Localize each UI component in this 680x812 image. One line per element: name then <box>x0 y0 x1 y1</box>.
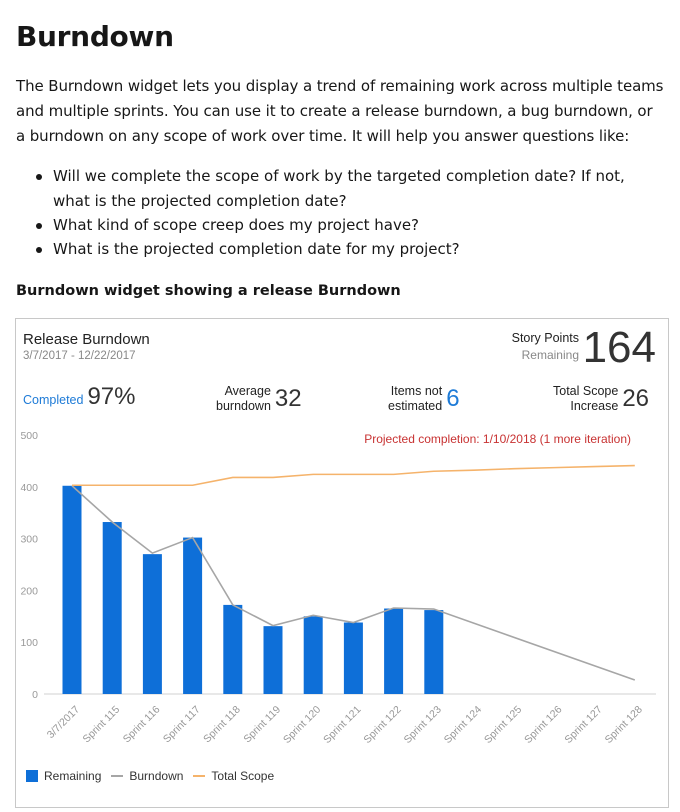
x-tick-label: Sprint 124 <box>442 704 484 746</box>
x-tick-label: Sprint 127 <box>562 704 604 746</box>
x-tick-label: Sprint 128 <box>603 704 645 746</box>
y-tick-label: 500 <box>20 430 38 442</box>
x-tick-label: Sprint 126 <box>522 704 564 746</box>
projected-completion-annotation: Projected completion: 1/10/2018 (1 more … <box>364 432 631 446</box>
x-tick-label: 3/7/2017 <box>45 704 82 741</box>
y-tick-label: 200 <box>20 585 38 597</box>
intro-paragraph: The Burndown widget lets you display a t… <box>16 77 664 145</box>
x-tick-label: Sprint 116 <box>121 704 163 746</box>
page-title: Burndown <box>16 20 174 53</box>
total-scope-legend-label: Total Scope <box>211 769 275 783</box>
remaining-legend-label: Remaining <box>44 769 102 783</box>
remaining-bar <box>343 622 363 694</box>
burndown-chart: 0 100 200 300 400 500 Projected completion: 1/… <box>20 430 656 746</box>
figure-caption: Burndown widget showing a release Burndo… <box>16 283 401 299</box>
total-scope-legend-swatch <box>193 775 206 777</box>
remaining-bar <box>102 522 122 694</box>
x-tick-label: Sprint 125 <box>482 704 524 746</box>
burndown-legend-swatch <box>111 775 124 777</box>
remaining-bar <box>424 610 444 694</box>
x-tick-label: Sprint 115 <box>81 704 123 746</box>
y-tick-label: 300 <box>20 534 38 546</box>
total-scope-line <box>72 464 635 487</box>
y-tick-label: 0 <box>32 689 38 701</box>
x-tick-label: Sprint 117 <box>161 704 203 746</box>
x-tick-label: Sprint 122 <box>361 704 403 746</box>
list-item: What kind of scope creep does my project… <box>16 213 666 238</box>
burndown-legend-label: Burndown <box>129 769 184 783</box>
chart-legend: Remaining Burndown Total Scope <box>26 769 274 783</box>
remaining-bar <box>142 554 162 694</box>
list-item: Will we complete the scope of work by th… <box>16 164 666 214</box>
x-tick-label: Sprint 123 <box>402 704 444 746</box>
x-tick-label: Sprint 120 <box>281 704 323 746</box>
burndown-widget: Release Burndown 3/7/2017 - 12/22/2017 S… <box>15 318 669 808</box>
remaining-bar <box>223 604 243 694</box>
x-tick-label: Sprint 121 <box>321 704 363 746</box>
y-tick-label: 100 <box>20 637 38 649</box>
remaining-bar <box>263 626 283 694</box>
remaining-legend-swatch <box>26 770 38 782</box>
x-tick-label: Sprint 119 <box>241 704 283 746</box>
list-item: What is the projected completion date fo… <box>16 237 666 262</box>
remaining-bar <box>303 616 323 694</box>
remaining-bar <box>183 537 203 694</box>
remaining-bar <box>62 485 82 694</box>
remaining-bar <box>384 608 404 694</box>
y-tick-label: 400 <box>20 482 38 494</box>
question-list: Will we complete the scope of work by th… <box>16 164 666 261</box>
x-tick-label: Sprint 118 <box>201 704 243 746</box>
